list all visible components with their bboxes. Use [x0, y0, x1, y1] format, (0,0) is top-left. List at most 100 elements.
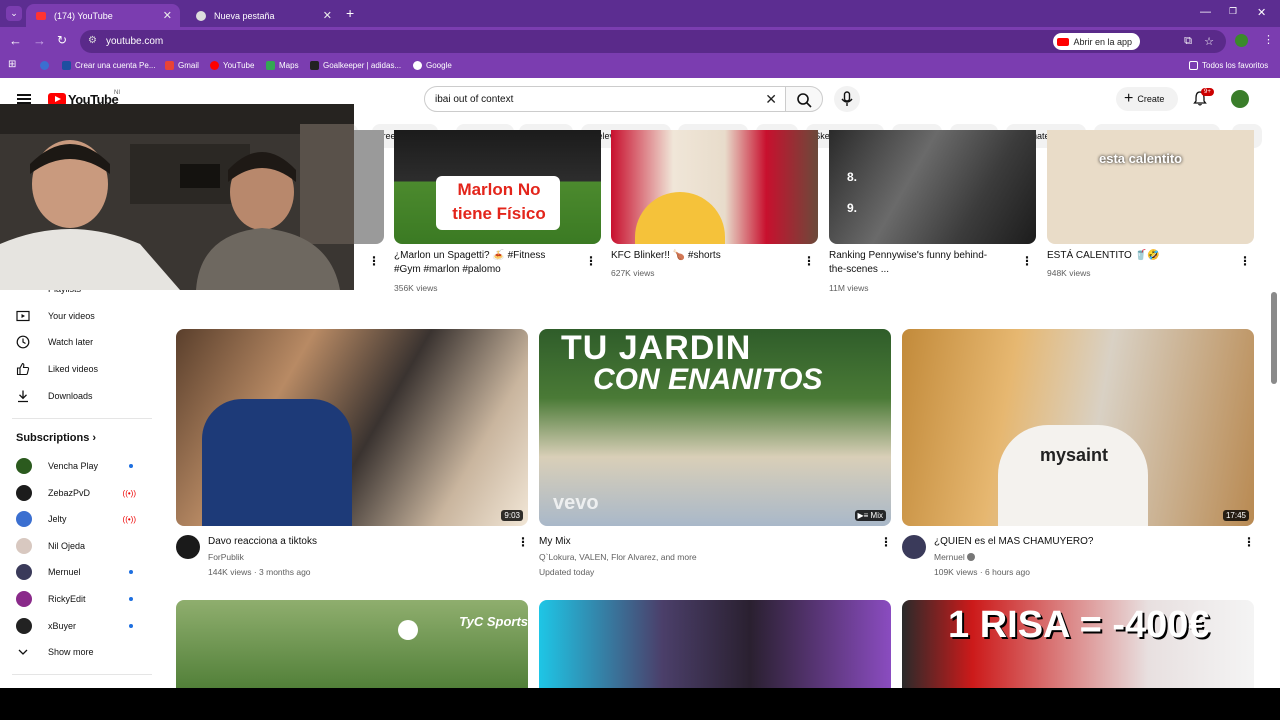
subscription-item[interactable]: ZebazPvD ((•)) [16, 483, 141, 503]
more-options-icon[interactable]: ⋮ [1243, 535, 1255, 549]
reload-icon[interactable]: ↻ [57, 33, 67, 47]
tab-youtube[interactable]: (174) YouTube ✕ [26, 4, 180, 27]
short-title[interactable]: KFC Blinker!! 🍗 #shorts [611, 249, 791, 263]
create-button[interactable]: + Create [1116, 87, 1178, 111]
subscription-item[interactable]: Mernuel [16, 562, 141, 582]
tab-new[interactable]: Nueva pestaña ✕ [186, 4, 340, 27]
google-icon [413, 61, 422, 70]
more-options-icon[interactable]: ⋮ [368, 254, 380, 268]
short-title[interactable]: ¿Marlon un Spagetti? 🍝 #Fitness #Gym #mar… [394, 249, 574, 277]
subscription-name: Nil Ojeda [48, 541, 86, 551]
page-scrollbar[interactable] [1271, 292, 1277, 384]
bookmark-maps[interactable]: Maps [266, 61, 299, 70]
channel-name[interactable]: ForPublik [208, 550, 244, 565]
video-title[interactable]: ¿QUIEN es el MAS CHAMUYERO? [934, 535, 1093, 549]
youtube-icon [210, 61, 219, 70]
translate-icon[interactable]: ⧉ [1184, 35, 1192, 48]
food-bowl [635, 192, 725, 244]
new-content-dot [129, 597, 133, 601]
video-title[interactable]: My Mix [539, 535, 571, 549]
more-options-icon[interactable]: ⋮ [1239, 254, 1251, 268]
search-icon [797, 93, 812, 108]
search-input[interactable]: ibai out of context ✕ [424, 86, 786, 112]
short-views: 627K views [611, 268, 655, 278]
voice-search-button[interactable] [834, 86, 860, 112]
open-in-app-button[interactable]: Abrir en la app [1053, 33, 1140, 50]
video-thumbnail[interactable] [539, 600, 891, 688]
subscription-item[interactable]: RickyEdit [16, 589, 141, 609]
globe-icon [40, 61, 49, 70]
show-more-button[interactable]: Show more [16, 642, 94, 662]
channel-avatar[interactable] [902, 535, 926, 559]
bookmark-adidas[interactable]: Goalkeeper | adidas... [310, 61, 401, 70]
video-thumbnail[interactable]: TyC Sports [176, 600, 528, 688]
address-bar[interactable]: ⚙ youtube.com Abrir en la app ⧉ ☆ [80, 30, 1226, 53]
account-avatar[interactable] [1231, 90, 1249, 108]
back-icon[interactable]: ← [9, 33, 22, 48]
apps-icon[interactable]: ⊞ [8, 59, 16, 70]
more-options-icon[interactable]: ⋮ [517, 535, 529, 549]
short-thumbnail[interactable]: Marlon No tiene Físico [394, 130, 601, 244]
video-thumbnail[interactable]: TU JARDIN CON ENANITOS vevo ▶≡ Mix [539, 329, 891, 526]
sidebar-item-watch-later[interactable]: Watch later [16, 332, 93, 352]
channel-name[interactable]: Q`Lokura, VALEN, Flor Alvarez, and more [539, 550, 697, 565]
bookmark-folder[interactable] [40, 61, 53, 70]
short-thumbnail[interactable]: 8. 9. [829, 130, 1036, 244]
menu-kebab-icon[interactable]: ⋮ [1263, 33, 1274, 46]
your-videos-icon [16, 310, 30, 322]
all-bookmarks[interactable]: Todos los favoritos [1189, 61, 1268, 70]
short-thumbnail[interactable]: esta calentito [1047, 130, 1254, 244]
restore-icon[interactable]: ❐ [1229, 6, 1237, 17]
close-tab-icon[interactable]: ✕ [163, 9, 172, 22]
subscription-item[interactable]: Jelty ((•)) [16, 509, 141, 529]
more-options-icon[interactable]: ⋮ [880, 535, 892, 549]
new-tab-icon[interactable]: + [346, 5, 354, 21]
channel-avatar[interactable] [176, 535, 200, 559]
mix-label: Mix [870, 511, 883, 520]
close-tab-icon[interactable]: ✕ [323, 9, 332, 22]
close-window-icon[interactable]: ✕ [1257, 6, 1266, 19]
video-thumbnail[interactable]: mysaint 17:45 [902, 329, 1254, 526]
subscription-item[interactable]: Nil Ojeda [16, 536, 141, 556]
short-title[interactable]: Ranking Pennywise's funny behind-the-sce… [829, 249, 1009, 277]
minimize-icon[interactable]: — [1200, 6, 1211, 18]
more-options-icon[interactable]: ⋮ [585, 254, 597, 268]
bookmark-gmail[interactable]: Gmail [165, 61, 199, 70]
video-meta: Updated today [539, 567, 595, 577]
bookmark-star-icon[interactable]: ☆ [1204, 35, 1214, 48]
search-value: ibai out of context [435, 93, 514, 105]
profile-icon[interactable] [1235, 34, 1248, 47]
subscription-item[interactable]: xBuyer [16, 616, 141, 636]
sidebar-item-your-videos[interactable]: Your videos [16, 306, 95, 326]
sidebar-item-downloads[interactable]: Downloads [16, 386, 93, 406]
thumbs-up-icon [16, 362, 30, 376]
channel-name: Mernuel [934, 552, 965, 562]
short-views: 11M views [829, 283, 869, 293]
forward-icon[interactable]: → [33, 33, 46, 48]
tab-bar: ⌄ (174) YouTube ✕ Nueva pestaña ✕ + — ❐ … [0, 0, 1280, 27]
subscription-item[interactable]: Vencha Play [16, 456, 141, 476]
more-options-icon[interactable]: ⋮ [1021, 254, 1033, 268]
channel-name-row[interactable]: Mernuel [934, 550, 976, 565]
video-thumbnail[interactable]: 1 RISA = -400€ [902, 600, 1254, 688]
video-title[interactable]: Davo reacciona a tiktoks [208, 535, 317, 549]
bookmark-google[interactable]: Google [413, 61, 452, 70]
bookmark-label: Maps [279, 61, 299, 70]
menu-icon[interactable] [17, 94, 31, 104]
sidebar-item-liked-videos[interactable]: Liked videos [16, 359, 98, 379]
search-button[interactable] [785, 86, 823, 112]
site-info-icon[interactable]: ⚙ [88, 35, 97, 46]
tab-search-button[interactable]: ⌄ [6, 6, 22, 21]
video-thumbnail[interactable]: 9:03 [176, 329, 528, 526]
short-title[interactable]: ESTÁ CALENTITO 🥤🤣 [1047, 249, 1227, 263]
more-options-icon[interactable]: ⋮ [803, 254, 815, 268]
short-title-line: ¿Marlon un Spagetti? 🍝 #Fitness [394, 250, 546, 261]
short-thumbnail[interactable] [611, 130, 818, 244]
open-in-app-label: Abrir en la app [1073, 36, 1132, 47]
ball [398, 620, 418, 640]
bookmark-crear-cuenta[interactable]: Crear una cuenta Pe... [62, 61, 156, 70]
channel-avatar [16, 591, 32, 607]
bookmark-youtube[interactable]: YouTube [210, 61, 254, 70]
subscriptions-heading[interactable]: Subscriptions › [16, 432, 96, 444]
clear-search-icon[interactable]: ✕ [765, 91, 777, 108]
